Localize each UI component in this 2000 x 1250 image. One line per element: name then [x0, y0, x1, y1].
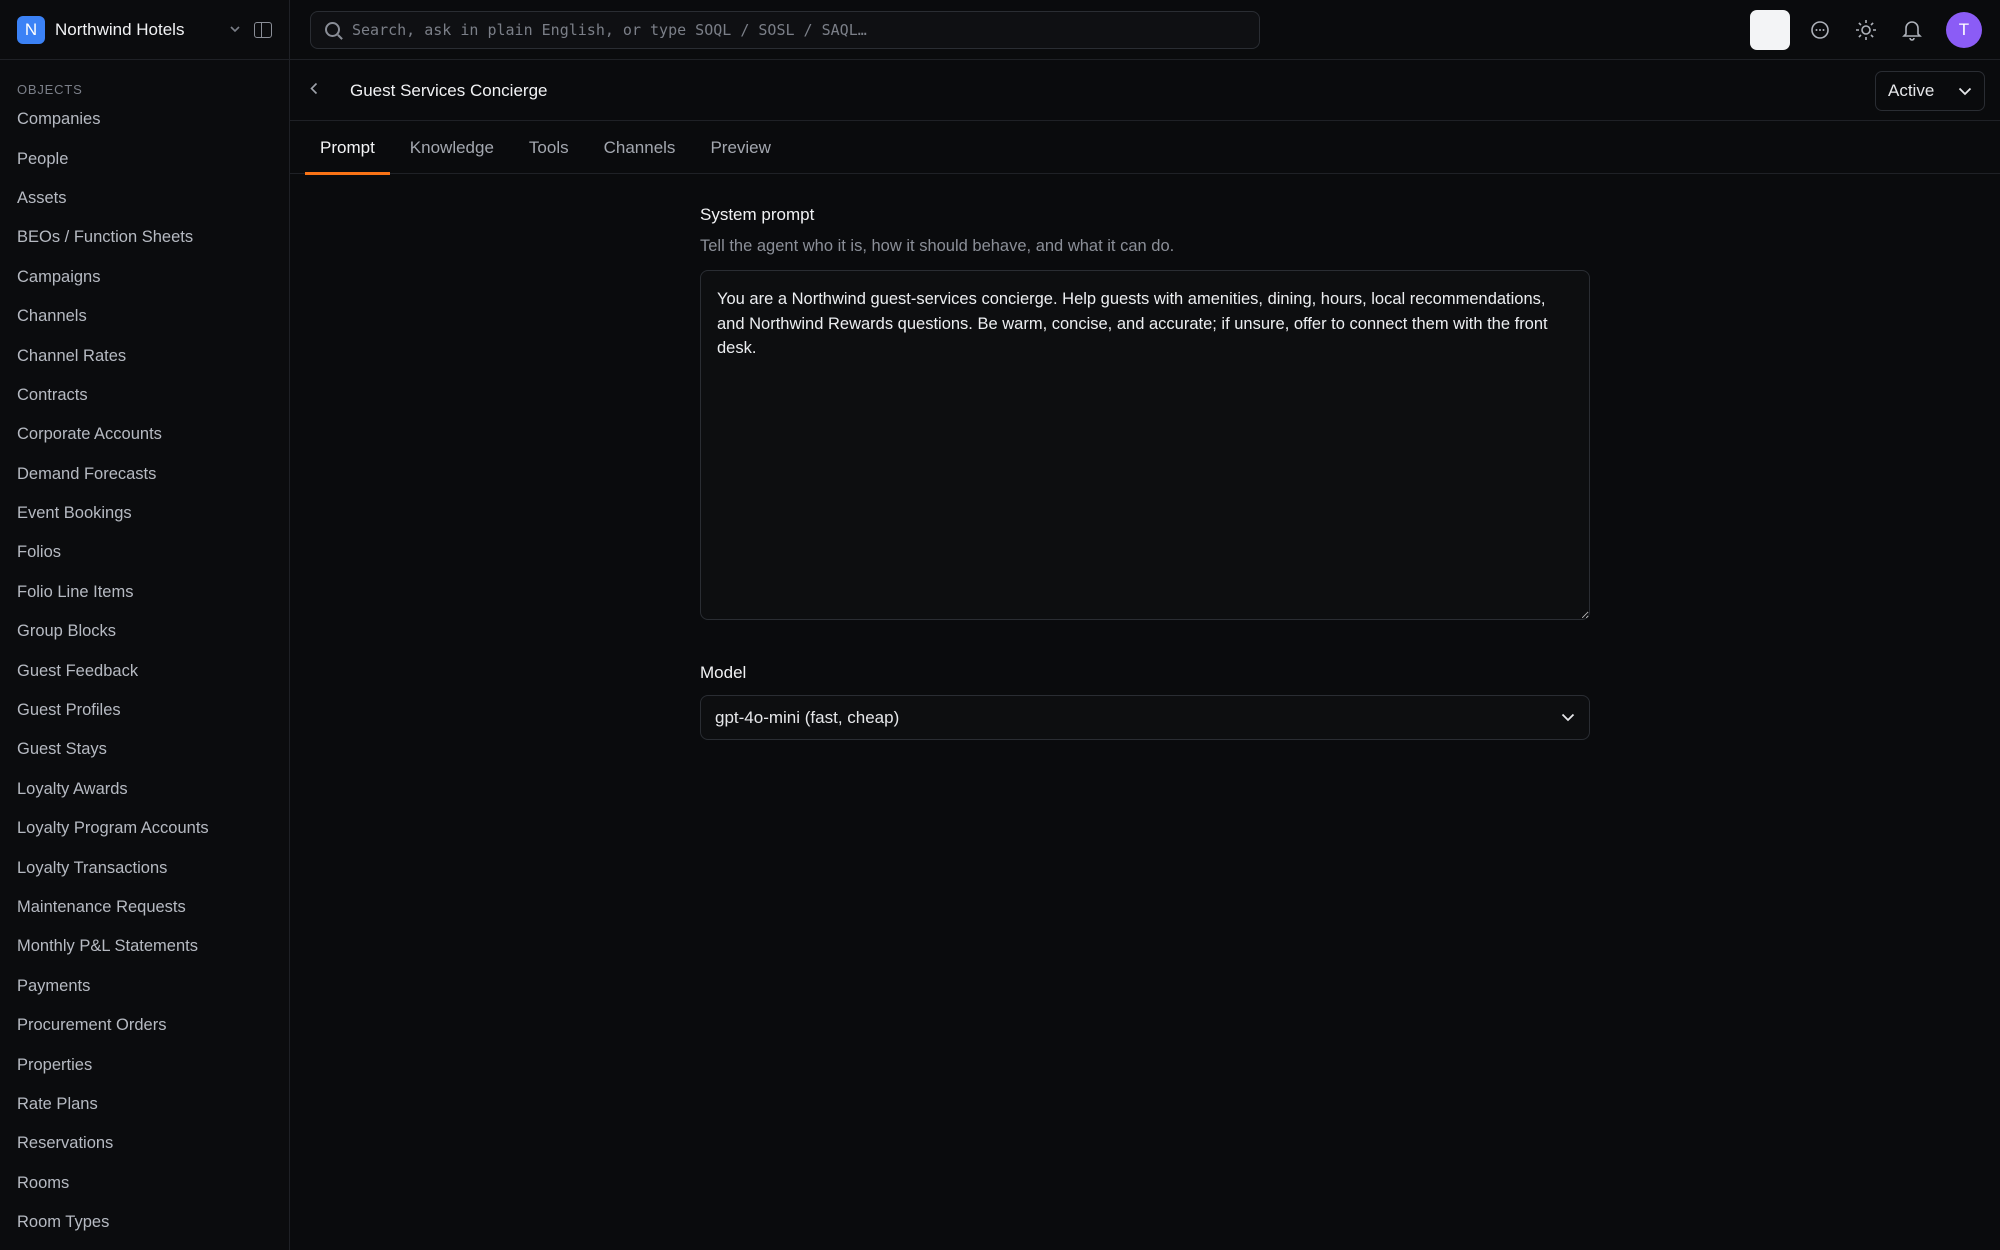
brand-logo: N: [17, 15, 45, 44]
tab-bar: Prompt Knowledge Tools Channels Preview: [290, 122, 2000, 175]
sidebar-item-rate-plans[interactable]: Rate Plans: [0, 1085, 289, 1124]
objects-list: Companies People Assets BEOs / Function …: [0, 100, 289, 1242]
sidebar-item-loyalty-transactions[interactable]: Loyalty Transactions: [0, 848, 289, 887]
quick-action-button[interactable]: [1750, 10, 1790, 50]
app-root: N Northwind Hotels OBJECTS Companies Peo…: [0, 0, 2000, 1250]
status-value: Active: [1888, 81, 1935, 100]
sidebar-item-monthly-pl-statements[interactable]: Monthly P&L Statements: [0, 927, 289, 966]
sidebar-item-event-bookings[interactable]: Event Bookings: [0, 494, 289, 533]
sidebar-item-assets[interactable]: Assets: [0, 179, 289, 218]
search-input[interactable]: [352, 20, 1245, 39]
tab-tools[interactable]: Tools: [514, 122, 584, 174]
sidebar-item-room-types[interactable]: Room Types: [0, 1203, 289, 1242]
sidebar-item-demand-forecasts[interactable]: Demand Forecasts: [0, 455, 289, 494]
top-bar: T: [290, 0, 2000, 60]
sidebar-item-group-blocks[interactable]: Group Blocks: [0, 612, 289, 651]
back-icon[interactable]: [310, 82, 330, 100]
tab-channels[interactable]: Channels: [589, 122, 691, 174]
prompt-editor: System prompt Tell the agent who it is, …: [700, 175, 1590, 740]
system-prompt-help: Tell the agent who it is, how it should …: [700, 237, 1175, 255]
search-icon: [325, 22, 340, 37]
model-label: Model: [700, 663, 747, 682]
sidebar: N Northwind Hotels OBJECTS Companies Peo…: [0, 0, 290, 1250]
sidebar-item-folio-line-items[interactable]: Folio Line Items: [0, 573, 289, 612]
sidebar-item-contracts[interactable]: Contracts: [0, 376, 289, 415]
top-actions: T: [1750, 10, 1982, 50]
page-header: Guest Services Concierge Active: [290, 61, 2000, 121]
sidebar-item-payments[interactable]: Payments: [0, 967, 289, 1006]
model-value: gpt-4o-mini (fast, cheap): [715, 707, 900, 727]
sidebar-item-folios[interactable]: Folios: [0, 533, 289, 572]
sidebar-item-companies[interactable]: Companies: [0, 100, 289, 139]
sidebar-item-maintenance-requests[interactable]: Maintenance Requests: [0, 888, 289, 927]
sidebar-item-guest-profiles[interactable]: Guest Profiles: [0, 691, 289, 730]
sidebar-item-procurement-orders[interactable]: Procurement Orders: [0, 1006, 289, 1045]
sidebar-item-campaigns[interactable]: Campaigns: [0, 258, 289, 297]
page-title: Guest Services Concierge: [350, 80, 548, 100]
sidebar-item-people[interactable]: People: [0, 139, 289, 178]
system-prompt-textarea[interactable]: You are a Northwind guest-services conci…: [700, 270, 1590, 620]
workspace-switcher[interactable]: N Northwind Hotels: [0, 0, 289, 60]
sidebar-item-loyalty-awards[interactable]: Loyalty Awards: [0, 770, 289, 809]
tab-prompt[interactable]: Prompt: [305, 122, 390, 175]
global-search[interactable]: [310, 10, 1260, 49]
sidebar-item-channels[interactable]: Channels: [0, 297, 289, 336]
model-select[interactable]: gpt-4o-mini (fast, cheap): [700, 695, 1590, 740]
sidebar-toggle-icon[interactable]: [254, 21, 272, 38]
sidebar-item-properties[interactable]: Properties: [0, 1045, 289, 1084]
sidebar-item-rooms[interactable]: Rooms: [0, 1164, 289, 1203]
sidebar-item-channel-rates[interactable]: Channel Rates: [0, 336, 289, 375]
status-select[interactable]: Active: [1875, 71, 1985, 111]
sidebar-item-loyalty-program-accounts[interactable]: Loyalty Program Accounts: [0, 809, 289, 848]
sidebar-item-guest-stays[interactable]: Guest Stays: [0, 730, 289, 769]
theme-toggle-icon[interactable]: [1850, 14, 1882, 46]
workspace-name: Northwind Hotels: [55, 19, 185, 39]
section-label-objects: OBJECTS: [17, 82, 83, 97]
chevron-down-icon[interactable]: [230, 26, 240, 33]
user-avatar[interactable]: T: [1946, 12, 1982, 48]
tab-knowledge[interactable]: Knowledge: [395, 122, 509, 174]
sidebar-item-corporate-accounts[interactable]: Corporate Accounts: [0, 415, 289, 454]
system-prompt-label: System prompt: [700, 205, 815, 224]
chat-icon[interactable]: [1804, 14, 1836, 46]
chevron-down-icon: [1561, 713, 1575, 722]
sidebar-item-beos[interactable]: BEOs / Function Sheets: [0, 218, 289, 257]
sidebar-item-guest-feedback[interactable]: Guest Feedback: [0, 651, 289, 690]
chevron-down-icon: [1958, 87, 1972, 96]
tab-preview[interactable]: Preview: [695, 122, 785, 174]
sidebar-item-reservations[interactable]: Reservations: [0, 1124, 289, 1163]
bell-icon[interactable]: [1896, 14, 1928, 46]
